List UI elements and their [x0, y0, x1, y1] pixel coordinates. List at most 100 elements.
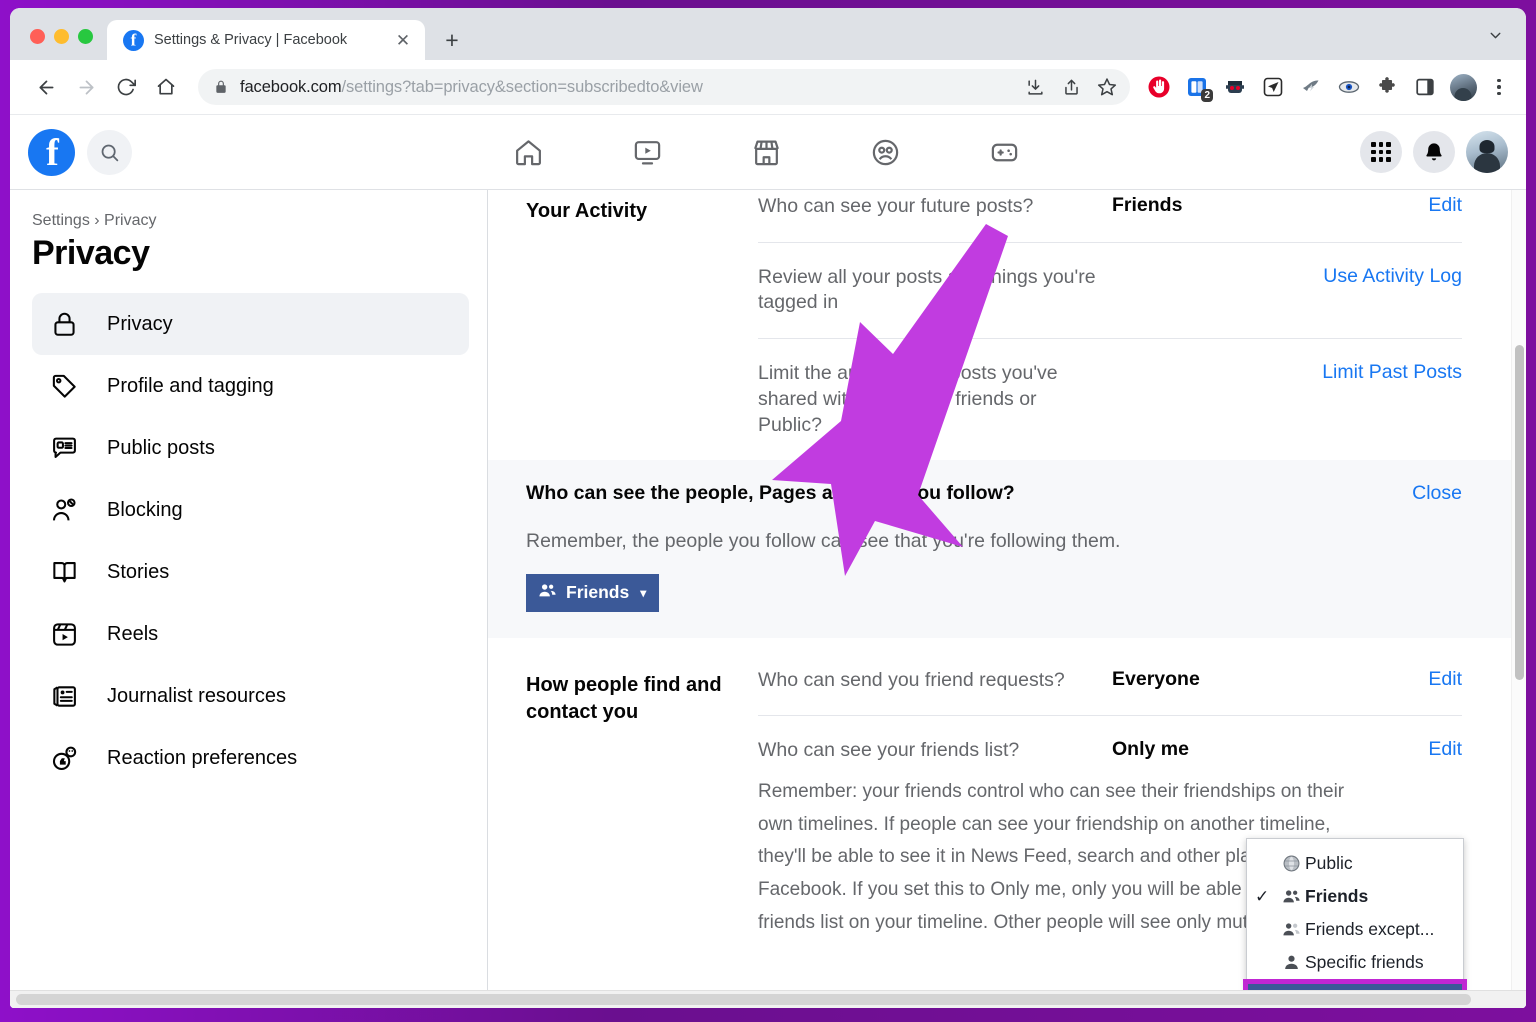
marketplace-icon[interactable]	[751, 137, 782, 168]
back-arrow-icon[interactable]	[28, 69, 64, 105]
download-icon[interactable]	[1018, 70, 1052, 104]
setting-row: Review all your posts and things you're …	[758, 243, 1462, 339]
gaming-icon[interactable]	[989, 137, 1020, 168]
settings-page: Settings › Privacy Privacy Privacy Profi…	[10, 190, 1526, 1008]
sidebar-item-label: Profile and tagging	[107, 375, 274, 398]
limit-past-posts-link[interactable]: Limit Past Posts	[1297, 361, 1462, 384]
audience-dropdown-menu[interactable]: Public ✓ Friends Friends except...	[1246, 838, 1464, 1008]
breadcrumb: Settings › Privacy	[32, 212, 469, 230]
tab-count-badge: 2	[1201, 89, 1213, 102]
dropdown-item-public[interactable]: Public	[1247, 847, 1463, 880]
newspaper-icon	[48, 680, 81, 713]
reels-icon	[48, 618, 81, 651]
activity-rows: Who can see your future posts? Friends E…	[758, 190, 1462, 460]
sidebar-item-privacy[interactable]: Privacy	[32, 293, 469, 355]
setting-value: Everyone	[1112, 668, 1297, 691]
tag-icon	[48, 370, 81, 403]
url-path: /settings?tab=privacy&section=subscribed…	[342, 78, 703, 96]
eye-icon[interactable]	[1332, 70, 1366, 104]
edit-link[interactable]: Edit	[1297, 738, 1462, 761]
vertical-scrollbar-thumb[interactable]	[1515, 345, 1524, 680]
sidebar-item-journalist-resources[interactable]: Journalist resources	[32, 665, 469, 727]
sidebar-item-label: Reaction preferences	[107, 747, 297, 770]
page-title: Privacy	[32, 234, 469, 273]
browser-profile-avatar[interactable]	[1446, 70, 1480, 104]
horizontal-scrollbar-thumb[interactable]	[16, 994, 1471, 1005]
tab-manager-icon[interactable]: 2	[1180, 70, 1214, 104]
friends-except-icon	[1277, 920, 1305, 939]
globe-icon	[1277, 854, 1305, 873]
url-host: facebook.com	[240, 78, 342, 96]
adblock-icon[interactable]	[1142, 70, 1176, 104]
puzzle-extensions-icon[interactable]	[1370, 70, 1404, 104]
address-bar[interactable]: facebook.com/settings?tab=privacy&sectio…	[198, 69, 1130, 105]
friends-icon	[538, 581, 557, 605]
sidebar-item-blocking[interactable]: Blocking	[32, 479, 469, 541]
maximize-window-button[interactable]	[78, 29, 93, 44]
setting-question: Limit the audience for posts you've shar…	[758, 361, 1112, 438]
setting-question: Who can see your friends list?	[758, 738, 1112, 764]
groups-icon[interactable]	[870, 137, 901, 168]
home-icon[interactable]	[513, 137, 544, 168]
new-tab-button[interactable]: +	[435, 23, 469, 57]
card-header: Who can see the people, Pages and lists …	[526, 482, 1462, 505]
sidebar-item-label: Reels	[107, 623, 158, 646]
side-panel-icon[interactable]	[1408, 70, 1442, 104]
sidebar-item-reaction-preferences[interactable]: Reaction preferences	[32, 727, 469, 789]
dropdown-item-label: Friends	[1305, 886, 1453, 907]
lock-icon	[48, 308, 81, 341]
chevron-down-icon[interactable]	[1478, 18, 1512, 52]
dropdown-item-friends[interactable]: ✓ Friends	[1247, 880, 1463, 913]
book-icon	[48, 556, 81, 589]
edit-link[interactable]: Edit	[1297, 194, 1462, 217]
chevron-down-icon: ▾	[640, 587, 646, 599]
browser-tab[interactable]: Settings & Privacy | Facebook ✕	[107, 20, 425, 60]
search-icon[interactable]	[87, 130, 132, 175]
edit-link[interactable]: Edit	[1297, 668, 1462, 691]
close-card-link[interactable]: Close	[1412, 482, 1462, 505]
sidebar-item-reels[interactable]: Reels	[32, 603, 469, 665]
bookmark-star-icon[interactable]	[1090, 70, 1124, 104]
share-icon[interactable]	[1054, 70, 1088, 104]
home-icon[interactable]	[148, 69, 184, 105]
close-tab-icon[interactable]: ✕	[391, 28, 415, 52]
lightning-bird-icon[interactable]	[1294, 70, 1328, 104]
video-icon[interactable]	[632, 137, 663, 168]
audience-selector-button[interactable]: Friends ▾	[526, 574, 659, 612]
browser-tab-strip: Settings & Privacy | Facebook ✕ +	[10, 8, 1526, 60]
omnibox-icons	[1018, 70, 1124, 104]
dropdown-item-friends-except[interactable]: Friends except...	[1247, 913, 1463, 946]
sidebar-item-profile-and-tagging[interactable]: Profile and tagging	[32, 355, 469, 417]
facebook-logo[interactable]	[28, 129, 75, 176]
dropdown-item-specific-friends[interactable]: Specific friends	[1247, 946, 1463, 979]
section-your-activity: Your Activity Who can see your future po…	[526, 190, 1462, 460]
sidebar-item-label: Journalist resources	[107, 685, 286, 708]
menu-grid-icon[interactable]	[1360, 131, 1402, 173]
reload-icon[interactable]	[108, 69, 144, 105]
setting-row: Who can see your future posts? Friends E…	[758, 190, 1462, 243]
sidebar-item-stories[interactable]: Stories	[32, 541, 469, 603]
use-activity-log-link[interactable]: Use Activity Log	[1297, 265, 1462, 288]
forward-arrow-icon[interactable]	[68, 69, 104, 105]
close-window-button[interactable]	[30, 29, 45, 44]
setting-row: Limit the audience for posts you've shar…	[758, 339, 1462, 460]
follow-audience-card: Who can see the people, Pages and lists …	[488, 460, 1526, 637]
url-text: facebook.com/settings?tab=privacy&sectio…	[240, 78, 1018, 97]
vertical-scrollbar[interactable]	[1511, 190, 1526, 1008]
sidebar-item-public-posts[interactable]: Public posts	[32, 417, 469, 479]
minimize-window-button[interactable]	[54, 29, 69, 44]
robot-extension-icon[interactable]	[1218, 70, 1252, 104]
notifications-bell-icon[interactable]	[1413, 131, 1455, 173]
horizontal-scrollbar[interactable]	[10, 990, 1526, 1008]
setting-value: Only me	[1112, 738, 1297, 761]
browser-menu-icon[interactable]	[1484, 70, 1514, 104]
thumbs-up-icon	[48, 742, 81, 775]
section-label: How people find and contact you	[526, 664, 758, 946]
tab-title: Settings & Privacy | Facebook	[154, 32, 381, 48]
settings-main-content: Your Activity Who can see your future po…	[488, 190, 1526, 1008]
paper-plane-icon[interactable]	[1256, 70, 1290, 104]
facebook-nav-items	[172, 137, 1360, 168]
setting-row: Who can see your friends list? Only me E…	[758, 716, 1462, 766]
profile-avatar[interactable]	[1466, 131, 1508, 173]
setting-question: Who can send you friend requests?	[758, 668, 1112, 694]
